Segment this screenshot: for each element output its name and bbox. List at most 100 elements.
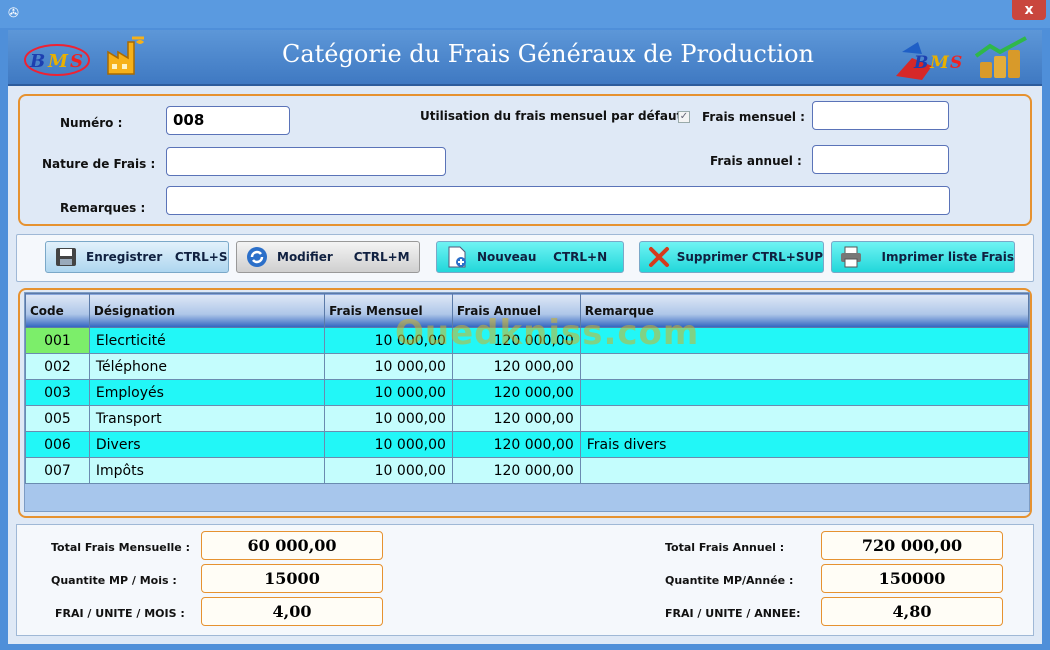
nature-label: Nature de Frais : — [42, 157, 156, 171]
frais-table: Code Désignation Frais Mensuel Frais Ann… — [25, 293, 1030, 484]
frais-form-group: Numéro : 008 Nature de Frais : Remarques… — [18, 94, 1032, 226]
mensuel-cell[interactable]: 10 000,00 — [324, 353, 453, 380]
save-disk-icon — [52, 245, 80, 269]
qte-mois-label: Quantite MP / Mois : — [51, 574, 177, 587]
table-row[interactable]: 005 Transport 10 000,00 120 000,00 — [25, 405, 1030, 432]
column-header-frais-annuel[interactable]: Frais Annuel — [451, 293, 581, 328]
refresh-edit-icon — [243, 245, 271, 269]
svg-text:S: S — [70, 51, 83, 72]
remarques-label: Remarques : — [60, 201, 146, 215]
table-row[interactable]: 006 Divers 10 000,00 120 000,00 Frais di… — [25, 431, 1030, 458]
frais-mensuel-label: Frais mensuel : — [702, 110, 805, 124]
enregistrer-button[interactable]: Enregistrer CTRL+S — [45, 241, 229, 273]
numero-label: Numéro : — [60, 116, 123, 130]
supprimer-button[interactable]: Supprimer CTRL+SUP — [639, 241, 824, 273]
header-banner: B M S Catégorie du Frais Généraux de Pro… — [8, 30, 1042, 86]
code-cell[interactable]: 006 — [25, 431, 90, 458]
total-mensuel-label: Total Frais Mensuelle : — [51, 541, 190, 554]
table-row[interactable]: 002 Téléphone 10 000,00 120 000,00 — [25, 353, 1030, 380]
frais-grid[interactable]: Code Désignation Frais Mensuel Frais Ann… — [24, 292, 1030, 512]
remarque-cell[interactable] — [579, 457, 1030, 484]
checkmark-icon: ✓ — [679, 111, 689, 122]
code-cell[interactable]: 003 — [25, 379, 90, 406]
designation-cell[interactable]: Impôts — [88, 457, 326, 484]
unite-annee-label: FRAI / UNITE / ANNEE: — [665, 607, 801, 620]
column-header-code[interactable]: Code — [25, 293, 90, 328]
annuel-cell[interactable]: 120 000,00 — [451, 379, 581, 406]
default-mensuel-label: Utilisation du frais mensuel par défaut — [420, 109, 683, 123]
annuel-cell[interactable]: 120 000,00 — [451, 405, 581, 432]
modifier-button[interactable]: Modifier CTRL+M — [236, 241, 420, 273]
annuel-cell[interactable]: 120 000,00 — [451, 457, 581, 484]
table-header-row: Code Désignation Frais Mensuel Frais Ann… — [25, 293, 1030, 328]
factory-icon — [107, 36, 144, 75]
mensuel-cell[interactable]: 10 000,00 — [324, 457, 453, 484]
numero-field[interactable]: 008 — [166, 106, 290, 135]
designation-cell[interactable]: Elecrticité — [88, 327, 326, 354]
window-client: B M S Catégorie du Frais Généraux de Pro… — [8, 30, 1042, 644]
remarque-cell[interactable] — [579, 353, 1030, 380]
new-document-icon — [443, 245, 471, 269]
remarque-cell[interactable] — [579, 379, 1030, 406]
mensuel-cell[interactable]: 10 000,00 — [324, 379, 453, 406]
code-cell[interactable]: 002 — [25, 353, 90, 380]
table-row[interactable]: 007 Impôts 10 000,00 120 000,00 — [25, 457, 1030, 484]
title-bar: ✇ x — [0, 0, 1050, 28]
annuel-cell[interactable]: 120 000,00 — [451, 353, 581, 380]
close-icon: x — [1024, 2, 1034, 18]
totals-panel: Total Frais Mensuelle : 60 000,00 Quanti… — [16, 524, 1034, 636]
designation-cell[interactable]: Employés — [88, 379, 326, 406]
designation-cell[interactable]: Téléphone — [88, 353, 326, 380]
frais-annuel-label: Frais annuel : — [710, 154, 802, 168]
qte-mois-value: 15000 — [201, 564, 383, 593]
imprimer-label: Imprimer liste Frais — [881, 250, 1014, 264]
annuel-cell[interactable]: 120 000,00 — [451, 431, 581, 458]
remarques-field[interactable] — [166, 186, 950, 215]
designation-cell[interactable]: Divers — [88, 431, 326, 458]
designation-cell[interactable]: Transport — [88, 405, 326, 432]
page-title: Catégorie du Frais Généraux de Productio… — [281, 40, 814, 68]
remarque-cell[interactable] — [579, 327, 1030, 354]
bms-logo-icon: B M S — [24, 44, 90, 76]
svg-text:S: S — [950, 53, 962, 73]
bms-coins-logo-icon: B M S — [896, 36, 1027, 80]
unite-annee-value: 4,80 — [821, 597, 1003, 626]
close-button[interactable]: x — [1012, 0, 1046, 20]
mensuel-cell[interactable]: 10 000,00 — [324, 405, 453, 432]
svg-text:B: B — [913, 53, 928, 73]
printer-icon — [838, 245, 864, 269]
imprimer-button[interactable]: Imprimer liste Frais — [831, 241, 1015, 273]
column-header-frais-mensuel[interactable]: Frais Mensuel — [324, 293, 453, 328]
column-header-designation[interactable]: Désignation — [88, 293, 326, 328]
code-cell[interactable]: 001 — [25, 327, 90, 354]
nouveau-label: Nouveau CTRL+N — [477, 250, 608, 264]
qte-annee-value: 150000 — [821, 564, 1003, 593]
annuel-cell[interactable]: 120 000,00 — [451, 327, 581, 354]
mensuel-cell[interactable]: 10 000,00 — [324, 327, 453, 354]
frais-annuel-field[interactable] — [812, 145, 949, 174]
nature-field[interactable] — [166, 147, 446, 176]
modifier-label: Modifier CTRL+M — [277, 250, 410, 264]
default-mensuel-checkbox[interactable]: ✓ — [678, 111, 690, 123]
remarque-cell[interactable] — [579, 405, 1030, 432]
remarque-cell[interactable]: Frais divers — [579, 431, 1030, 458]
frais-grid-group: Code Désignation Frais Mensuel Frais Ann… — [18, 288, 1032, 518]
table-row[interactable]: 003 Employés 10 000,00 120 000,00 — [25, 379, 1030, 406]
code-cell[interactable]: 007 — [25, 457, 90, 484]
app-icon: ✇ — [8, 6, 19, 21]
mensuel-cell[interactable]: 10 000,00 — [324, 431, 453, 458]
column-header-remarque[interactable]: Remarque — [579, 293, 1030, 328]
table-row[interactable]: 001 Elecrticité 10 000,00 120 000,00 — [25, 327, 1030, 354]
svg-text:M: M — [47, 51, 69, 72]
svg-text:M: M — [929, 53, 950, 73]
svg-text:B: B — [29, 51, 45, 72]
total-mensuel-value: 60 000,00 — [201, 531, 383, 560]
nouveau-button[interactable]: Nouveau CTRL+N — [436, 241, 624, 273]
frais-mensuel-field[interactable] — [812, 101, 949, 130]
qte-annee-label: Quantite MP/Année : — [665, 574, 794, 587]
total-annuel-label: Total Frais Annuel : — [665, 541, 785, 554]
code-cell[interactable]: 005 — [25, 405, 90, 432]
unite-mois-label: FRAI / UNITE / MOIS : — [55, 607, 185, 620]
action-toolbar: Enregistrer CTRL+S Modifier CTRL+M Nouve… — [16, 234, 1034, 282]
unite-mois-value: 4,00 — [201, 597, 383, 626]
